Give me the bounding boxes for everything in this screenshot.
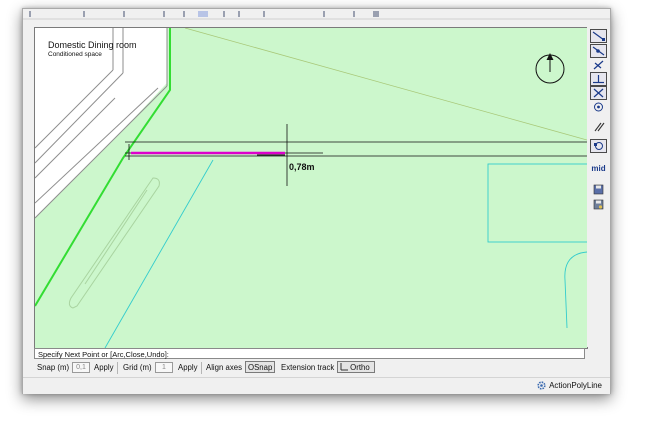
align-axes-button[interactable]: Align axes (206, 361, 242, 375)
snap-label: Snap (m) (37, 363, 70, 372)
command-line[interactable]: Specify Next Point or [Arc,Close,Undo]: (34, 348, 585, 359)
active-action-label: ActionPolyLine (549, 381, 602, 390)
snap-input[interactable] (72, 362, 90, 373)
ortho-toggle[interactable]: Ortho (337, 361, 375, 373)
top-toolbar-remnant (23, 9, 610, 27)
gear-icon (537, 381, 546, 390)
room-name: Domestic Dining room (48, 40, 137, 50)
divider (117, 362, 118, 374)
active-action: ActionPolyLine (537, 381, 602, 390)
cross-snap-icon[interactable] (590, 86, 607, 100)
action-bar: ActionPolyLine (23, 377, 610, 394)
floppy-icon[interactable] (590, 182, 607, 196)
measurement-label: 0,78m (289, 162, 315, 172)
drawing-canvas[interactable]: Domestic Dining room Conditioned space 0… (34, 27, 588, 349)
grid-label: Grid (m) (123, 363, 152, 372)
grid-input[interactable] (155, 362, 173, 373)
divider (201, 362, 202, 374)
osnap-toggle[interactable]: OSnap (245, 361, 276, 373)
osnap-toolbar: mid (587, 27, 609, 347)
intersection-snap-icon[interactable] (590, 58, 607, 72)
apply-snap-button[interactable]: Apply (94, 361, 114, 375)
north-arrow-icon (533, 50, 567, 89)
midpoint-snap-icon[interactable]: mid (590, 161, 607, 175)
nearest-snap-icon[interactable] (590, 44, 607, 58)
center-snap-icon[interactable] (590, 100, 607, 114)
mid-label: mid (591, 163, 606, 173)
parallel-snap-icon[interactable] (590, 120, 607, 134)
room-subtitle: Conditioned space (48, 51, 102, 58)
status-bar: Snap (m) Apply Grid (m) Apply Align axes… (34, 361, 594, 375)
perpendicular-snap-icon[interactable] (590, 72, 607, 86)
quadrant-snap-icon[interactable] (590, 139, 607, 153)
apply-grid-button[interactable]: Apply (178, 361, 198, 375)
main-window: Domestic Dining room Conditioned space 0… (22, 8, 611, 394)
floppy-settings-icon[interactable] (590, 197, 607, 211)
endpoint-snap-icon[interactable] (590, 29, 607, 43)
ortho-label: Ortho (350, 363, 370, 372)
ortho-icon (340, 363, 348, 371)
extension-track-toggle[interactable]: Extension track (281, 361, 334, 375)
